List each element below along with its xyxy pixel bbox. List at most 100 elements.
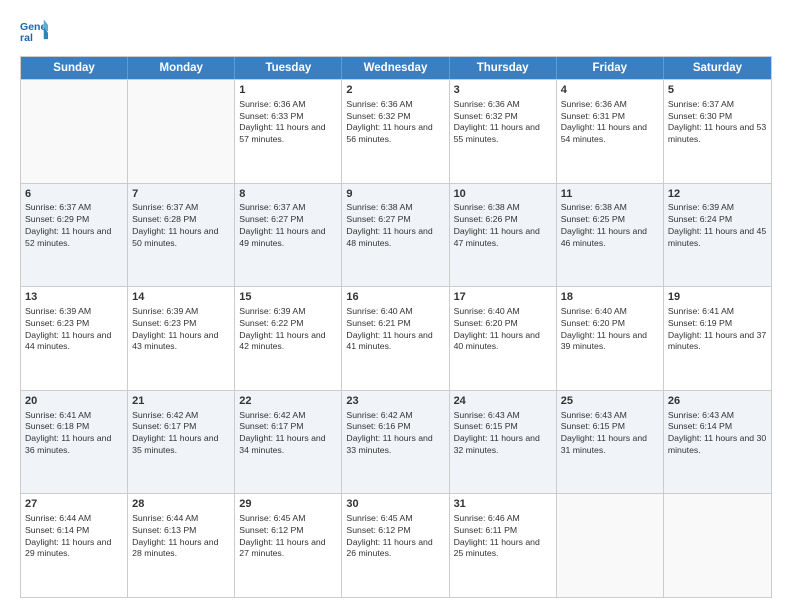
day-number: 3 <box>454 83 552 98</box>
calendar-cell: 31Sunrise: 6:46 AM Sunset: 6:11 PM Dayli… <box>450 494 557 597</box>
day-number: 4 <box>561 83 659 98</box>
calendar-cell: 12Sunrise: 6:39 AM Sunset: 6:24 PM Dayli… <box>664 184 771 287</box>
calendar-cell: 16Sunrise: 6:40 AM Sunset: 6:21 PM Dayli… <box>342 287 449 390</box>
day-info: Sunrise: 6:40 AM Sunset: 6:21 PM Dayligh… <box>346 306 444 353</box>
calendar-cell: 23Sunrise: 6:42 AM Sunset: 6:16 PM Dayli… <box>342 391 449 494</box>
day-number: 28 <box>132 497 230 512</box>
calendar-cell: 9Sunrise: 6:38 AM Sunset: 6:27 PM Daylig… <box>342 184 449 287</box>
day-info: Sunrise: 6:38 AM Sunset: 6:26 PM Dayligh… <box>454 202 552 249</box>
day-number: 26 <box>668 394 767 409</box>
calendar-cell: 21Sunrise: 6:42 AM Sunset: 6:17 PM Dayli… <box>128 391 235 494</box>
day-number: 10 <box>454 187 552 202</box>
calendar-cell: 17Sunrise: 6:40 AM Sunset: 6:20 PM Dayli… <box>450 287 557 390</box>
calendar-week: 1Sunrise: 6:36 AM Sunset: 6:33 PM Daylig… <box>21 79 771 183</box>
day-info: Sunrise: 6:42 AM Sunset: 6:16 PM Dayligh… <box>346 410 444 457</box>
calendar-cell: 2Sunrise: 6:36 AM Sunset: 6:32 PM Daylig… <box>342 80 449 183</box>
day-number: 7 <box>132 187 230 202</box>
day-number: 31 <box>454 497 552 512</box>
calendar-header-day: Sunday <box>21 57 128 79</box>
day-info: Sunrise: 6:39 AM Sunset: 6:23 PM Dayligh… <box>132 306 230 353</box>
calendar-cell-empty <box>557 494 664 597</box>
calendar-cell: 20Sunrise: 6:41 AM Sunset: 6:18 PM Dayli… <box>21 391 128 494</box>
calendar-body: 1Sunrise: 6:36 AM Sunset: 6:33 PM Daylig… <box>21 79 771 597</box>
logo: General <box>20 18 52 46</box>
calendar-header: SundayMondayTuesdayWednesdayThursdayFrid… <box>21 57 771 79</box>
day-info: Sunrise: 6:41 AM Sunset: 6:19 PM Dayligh… <box>668 306 767 353</box>
day-number: 18 <box>561 290 659 305</box>
day-info: Sunrise: 6:40 AM Sunset: 6:20 PM Dayligh… <box>561 306 659 353</box>
svg-text:ral: ral <box>20 32 33 44</box>
day-number: 27 <box>25 497 123 512</box>
day-info: Sunrise: 6:36 AM Sunset: 6:33 PM Dayligh… <box>239 99 337 146</box>
day-info: Sunrise: 6:42 AM Sunset: 6:17 PM Dayligh… <box>132 410 230 457</box>
day-info: Sunrise: 6:39 AM Sunset: 6:22 PM Dayligh… <box>239 306 337 353</box>
day-number: 2 <box>346 83 444 98</box>
day-number: 20 <box>25 394 123 409</box>
calendar-cell: 10Sunrise: 6:38 AM Sunset: 6:26 PM Dayli… <box>450 184 557 287</box>
day-number: 30 <box>346 497 444 512</box>
day-number: 8 <box>239 187 337 202</box>
calendar-header-day: Thursday <box>450 57 557 79</box>
calendar-cell: 7Sunrise: 6:37 AM Sunset: 6:28 PM Daylig… <box>128 184 235 287</box>
day-number: 6 <box>25 187 123 202</box>
day-info: Sunrise: 6:39 AM Sunset: 6:23 PM Dayligh… <box>25 306 123 353</box>
calendar: SundayMondayTuesdayWednesdayThursdayFrid… <box>20 56 772 598</box>
calendar-cell: 8Sunrise: 6:37 AM Sunset: 6:27 PM Daylig… <box>235 184 342 287</box>
calendar-cell: 19Sunrise: 6:41 AM Sunset: 6:19 PM Dayli… <box>664 287 771 390</box>
calendar-cell: 24Sunrise: 6:43 AM Sunset: 6:15 PM Dayli… <box>450 391 557 494</box>
day-info: Sunrise: 6:36 AM Sunset: 6:32 PM Dayligh… <box>346 99 444 146</box>
day-number: 22 <box>239 394 337 409</box>
day-number: 19 <box>668 290 767 305</box>
day-info: Sunrise: 6:45 AM Sunset: 6:12 PM Dayligh… <box>239 513 337 560</box>
day-number: 29 <box>239 497 337 512</box>
calendar-header-day: Saturday <box>664 57 771 79</box>
day-info: Sunrise: 6:38 AM Sunset: 6:27 PM Dayligh… <box>346 202 444 249</box>
calendar-cell: 25Sunrise: 6:43 AM Sunset: 6:15 PM Dayli… <box>557 391 664 494</box>
calendar-cell: 14Sunrise: 6:39 AM Sunset: 6:23 PM Dayli… <box>128 287 235 390</box>
day-number: 14 <box>132 290 230 305</box>
day-info: Sunrise: 6:44 AM Sunset: 6:13 PM Dayligh… <box>132 513 230 560</box>
day-info: Sunrise: 6:43 AM Sunset: 6:15 PM Dayligh… <box>561 410 659 457</box>
calendar-cell: 22Sunrise: 6:42 AM Sunset: 6:17 PM Dayli… <box>235 391 342 494</box>
day-number: 13 <box>25 290 123 305</box>
day-number: 12 <box>668 187 767 202</box>
calendar-cell: 30Sunrise: 6:45 AM Sunset: 6:12 PM Dayli… <box>342 494 449 597</box>
day-info: Sunrise: 6:42 AM Sunset: 6:17 PM Dayligh… <box>239 410 337 457</box>
calendar-header-day: Tuesday <box>235 57 342 79</box>
calendar-header-day: Monday <box>128 57 235 79</box>
calendar-cell: 26Sunrise: 6:43 AM Sunset: 6:14 PM Dayli… <box>664 391 771 494</box>
header: General <box>20 18 772 46</box>
day-number: 5 <box>668 83 767 98</box>
calendar-cell: 13Sunrise: 6:39 AM Sunset: 6:23 PM Dayli… <box>21 287 128 390</box>
day-info: Sunrise: 6:43 AM Sunset: 6:14 PM Dayligh… <box>668 410 767 457</box>
calendar-cell: 5Sunrise: 6:37 AM Sunset: 6:30 PM Daylig… <box>664 80 771 183</box>
day-number: 11 <box>561 187 659 202</box>
calendar-cell: 3Sunrise: 6:36 AM Sunset: 6:32 PM Daylig… <box>450 80 557 183</box>
day-info: Sunrise: 6:43 AM Sunset: 6:15 PM Dayligh… <box>454 410 552 457</box>
day-info: Sunrise: 6:36 AM Sunset: 6:32 PM Dayligh… <box>454 99 552 146</box>
calendar-cell-empty <box>21 80 128 183</box>
day-info: Sunrise: 6:37 AM Sunset: 6:29 PM Dayligh… <box>25 202 123 249</box>
day-number: 25 <box>561 394 659 409</box>
calendar-cell: 1Sunrise: 6:36 AM Sunset: 6:33 PM Daylig… <box>235 80 342 183</box>
day-info: Sunrise: 6:37 AM Sunset: 6:30 PM Dayligh… <box>668 99 767 146</box>
day-number: 17 <box>454 290 552 305</box>
day-info: Sunrise: 6:37 AM Sunset: 6:28 PM Dayligh… <box>132 202 230 249</box>
calendar-week: 27Sunrise: 6:44 AM Sunset: 6:14 PM Dayli… <box>21 493 771 597</box>
day-info: Sunrise: 6:36 AM Sunset: 6:31 PM Dayligh… <box>561 99 659 146</box>
svg-text:Gene: Gene <box>20 21 46 33</box>
day-info: Sunrise: 6:37 AM Sunset: 6:27 PM Dayligh… <box>239 202 337 249</box>
day-info: Sunrise: 6:45 AM Sunset: 6:12 PM Dayligh… <box>346 513 444 560</box>
calendar-week: 20Sunrise: 6:41 AM Sunset: 6:18 PM Dayli… <box>21 390 771 494</box>
calendar-cell: 27Sunrise: 6:44 AM Sunset: 6:14 PM Dayli… <box>21 494 128 597</box>
calendar-cell: 4Sunrise: 6:36 AM Sunset: 6:31 PM Daylig… <box>557 80 664 183</box>
calendar-cell: 15Sunrise: 6:39 AM Sunset: 6:22 PM Dayli… <box>235 287 342 390</box>
day-number: 15 <box>239 290 337 305</box>
calendar-cell-empty <box>128 80 235 183</box>
day-info: Sunrise: 6:41 AM Sunset: 6:18 PM Dayligh… <box>25 410 123 457</box>
calendar-cell: 29Sunrise: 6:45 AM Sunset: 6:12 PM Dayli… <box>235 494 342 597</box>
day-number: 21 <box>132 394 230 409</box>
calendar-cell: 11Sunrise: 6:38 AM Sunset: 6:25 PM Dayli… <box>557 184 664 287</box>
calendar-header-day: Wednesday <box>342 57 449 79</box>
calendar-cell-empty <box>664 494 771 597</box>
